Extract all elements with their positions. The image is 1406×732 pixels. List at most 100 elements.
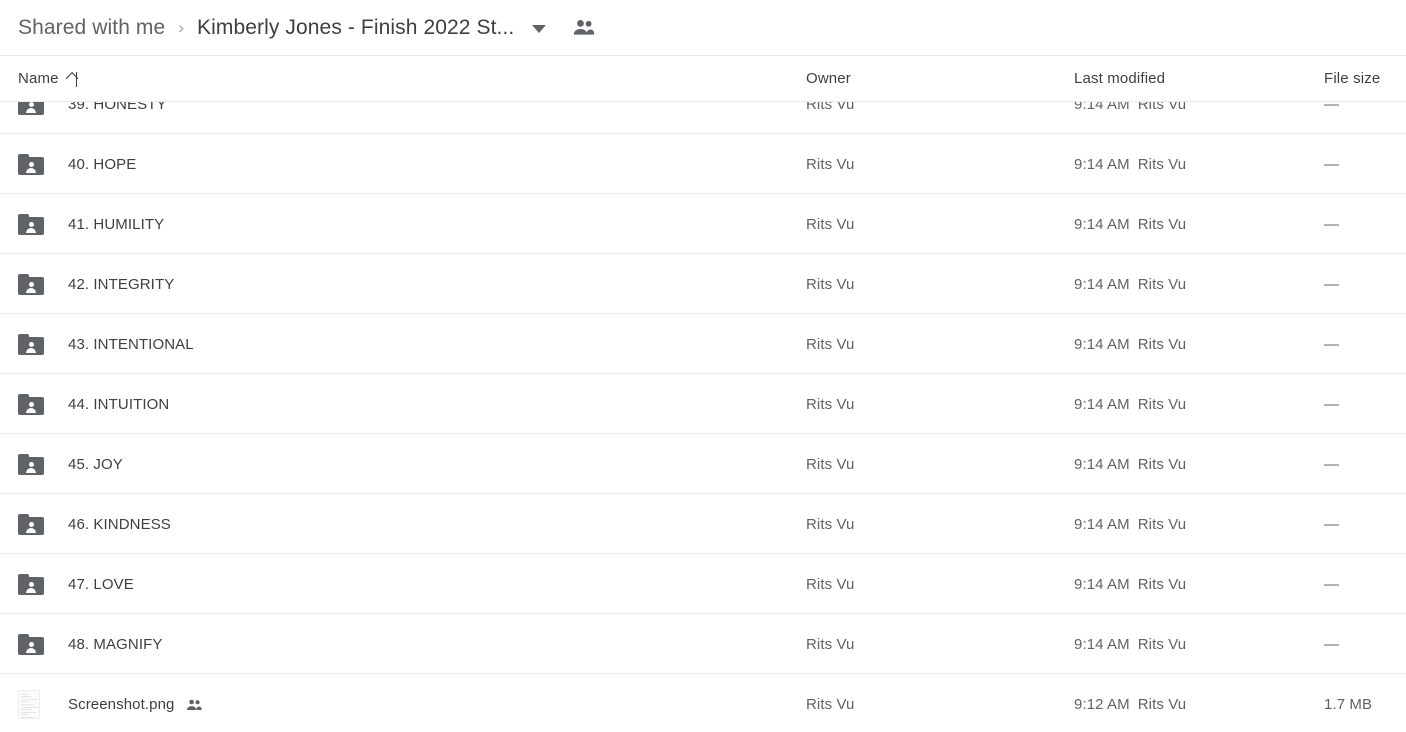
file-row-modified-by: Rits Vu (1137, 515, 1187, 533)
arrow-up-icon[interactable] (70, 71, 84, 87)
file-row[interactable]: 39. HONESTY Rits Vu 9:14 AM Rits Vu — (0, 102, 1406, 134)
column-header-row: Name Owner Last modified File size (0, 56, 1406, 102)
file-row-name-label: 39. HONESTY (68, 102, 167, 113)
file-row-modified-by: Rits Vu (1137, 635, 1187, 653)
column-header-last-modified[interactable]: Last modified (1074, 70, 1165, 87)
file-row-name-label: 44. INTUITION (68, 395, 170, 413)
file-row-name[interactable]: 44. INTUITION (68, 374, 169, 434)
file-row[interactable]: 45. JOY Rits Vu 9:14 AM Rits Vu — (0, 434, 1406, 494)
breadcrumb-bar: Shared with me › Kimberly Jones - Finish… (0, 0, 1406, 56)
file-row[interactable]: 41. HUMILITY Rits Vu 9:14 AM Rits Vu — (0, 194, 1406, 254)
file-row-icon (18, 102, 56, 134)
file-row-owner: Rits Vu (806, 155, 855, 173)
file-row-name[interactable]: 43. INTENTIONAL (68, 314, 194, 374)
file-row-last-modified: 9:14 AM Rits Vu (1074, 614, 1186, 674)
file-row-modified-time: 9:14 AM (1074, 395, 1130, 413)
file-row-name-label: Screenshot.png (68, 695, 175, 713)
column-header-owner[interactable]: Owner (806, 70, 851, 87)
file-row-file-size: — (1324, 102, 1340, 113)
file-row-modified-time: 9:14 AM (1074, 215, 1130, 233)
file-row-owner: Rits Vu (806, 395, 855, 413)
file-row-modified-time: 9:14 AM (1074, 635, 1130, 653)
file-row-modified-time: 9:14 AM (1074, 455, 1130, 473)
file-row-name[interactable]: 42. INTEGRITY (68, 254, 174, 314)
file-row-last-modified: 9:12 AM Rits Vu (1074, 674, 1186, 731)
file-row-file-size: — (1324, 515, 1340, 533)
file-row[interactable]: 40. HOPE Rits Vu 9:14 AM Rits Vu — (0, 134, 1406, 194)
file-list-scroll-area[interactable]: 39. HONESTY Rits Vu 9:14 AM Rits Vu —40. HOP… (0, 102, 1406, 731)
file-row-owner: Rits Vu (806, 575, 855, 593)
file-row-owner: Rits Vu (806, 515, 855, 533)
file-row-modified-by: Rits Vu (1137, 335, 1187, 353)
breadcrumb-root-link[interactable]: Shared with me (18, 16, 165, 40)
file-row-modified-by: Rits Vu (1137, 455, 1187, 473)
file-row-last-modified: 9:14 AM Rits Vu (1074, 314, 1186, 374)
file-row-file-size: — (1324, 275, 1340, 293)
file-row-icon (18, 134, 56, 194)
file-row-name[interactable]: Screenshot.png (68, 674, 203, 731)
file-row-icon (18, 554, 56, 614)
file-row-file-size: — (1324, 395, 1340, 413)
file-row-modified-time: 9:14 AM (1074, 515, 1130, 533)
chevron-down-icon[interactable] (532, 25, 547, 33)
file-row-name[interactable]: 48. MAGNIFY (68, 614, 162, 674)
file-row-name[interactable]: 46. KINDNESS (68, 494, 171, 554)
file-row[interactable]: Screenshot.png Rits Vu 9:12 AM Rits Vu 1.7 M… (0, 674, 1406, 731)
file-row-icon (18, 374, 56, 434)
file-row-name-label: 42. INTEGRITY (68, 275, 175, 293)
file-row-icon (18, 434, 56, 494)
file-row[interactable]: 44. INTUITION Rits Vu 9:14 AM Rits Vu — (0, 374, 1406, 434)
file-row-file-size: — (1324, 575, 1340, 593)
shared-folder-icon (18, 333, 44, 355)
file-row-file-size: — (1324, 335, 1340, 353)
file-row-last-modified: 9:14 AM Rits Vu (1074, 554, 1186, 614)
file-row-last-modified: 9:14 AM Rits Vu (1074, 194, 1186, 254)
file-row-owner: Rits Vu (806, 455, 855, 473)
file-row-icon (18, 194, 56, 254)
file-row-name[interactable]: 39. HONESTY (68, 102, 167, 134)
file-row-icon (18, 254, 56, 314)
breadcrumb-current-folder[interactable]: Kimberly Jones - Finish 2022 St... (197, 16, 514, 40)
file-row[interactable]: 48. MAGNIFY Rits Vu 9:14 AM Rits Vu — (0, 614, 1406, 674)
people-icon[interactable] (572, 19, 596, 36)
file-row-name-label: 45. JOY (68, 455, 123, 473)
file-row-modified-time: 9:14 AM (1074, 575, 1130, 593)
file-row-name-label: 46. KINDNESS (68, 515, 171, 533)
file-row-modified-time: 9:14 AM (1074, 275, 1130, 293)
file-row[interactable]: 43. INTENTIONAL Rits Vu 9:14 AM Rits Vu — (0, 314, 1406, 374)
column-header-name[interactable]: Name (18, 70, 84, 87)
file-row-name[interactable]: 41. HUMILITY (68, 194, 164, 254)
file-row-file-size: — (1324, 215, 1340, 233)
file-row-last-modified: 9:14 AM Rits Vu (1074, 494, 1186, 554)
shared-folder-icon (18, 453, 44, 475)
shared-folder-icon (18, 513, 44, 535)
file-row-modified-time: 9:14 AM (1074, 155, 1130, 173)
shared-folder-icon (18, 213, 44, 235)
file-row-icon (18, 614, 56, 674)
image-thumbnail-icon (18, 689, 40, 719)
file-row-last-modified: 9:14 AM Rits Vu (1074, 434, 1186, 494)
file-row-icon (18, 494, 56, 554)
file-list[interactable]: 39. HONESTY Rits Vu 9:14 AM Rits Vu —40. HOP… (0, 102, 1406, 731)
file-row[interactable]: 42. INTEGRITY Rits Vu 9:14 AM Rits Vu — (0, 254, 1406, 314)
file-row-owner: Rits Vu (806, 275, 855, 293)
file-row-owner: Rits Vu (806, 335, 855, 353)
file-row-icon (18, 314, 56, 374)
shared-folder-icon (18, 153, 44, 175)
file-row-modified-by: Rits Vu (1137, 695, 1187, 713)
file-row-owner: Rits Vu (806, 102, 855, 113)
file-row-name[interactable]: 45. JOY (68, 434, 123, 494)
file-row-owner: Rits Vu (806, 695, 855, 713)
file-row-modified-time: 9:14 AM (1074, 335, 1130, 353)
shared-folder-icon (18, 393, 44, 415)
column-header-file-size[interactable]: File size (1324, 70, 1380, 87)
file-row-modified-by: Rits Vu (1137, 575, 1187, 593)
file-row-name[interactable]: 40. HOPE (68, 134, 136, 194)
shared-people-icon (186, 699, 203, 711)
file-row-name[interactable]: 47. LOVE (68, 554, 134, 614)
file-row[interactable]: 47. LOVE Rits Vu 9:14 AM Rits Vu — (0, 554, 1406, 614)
column-header-name-label: Name (18, 70, 59, 87)
file-row-file-size: — (1324, 635, 1340, 653)
file-row[interactable]: 46. KINDNESS Rits Vu 9:14 AM Rits Vu — (0, 494, 1406, 554)
file-row-last-modified: 9:14 AM Rits Vu (1074, 102, 1186, 134)
